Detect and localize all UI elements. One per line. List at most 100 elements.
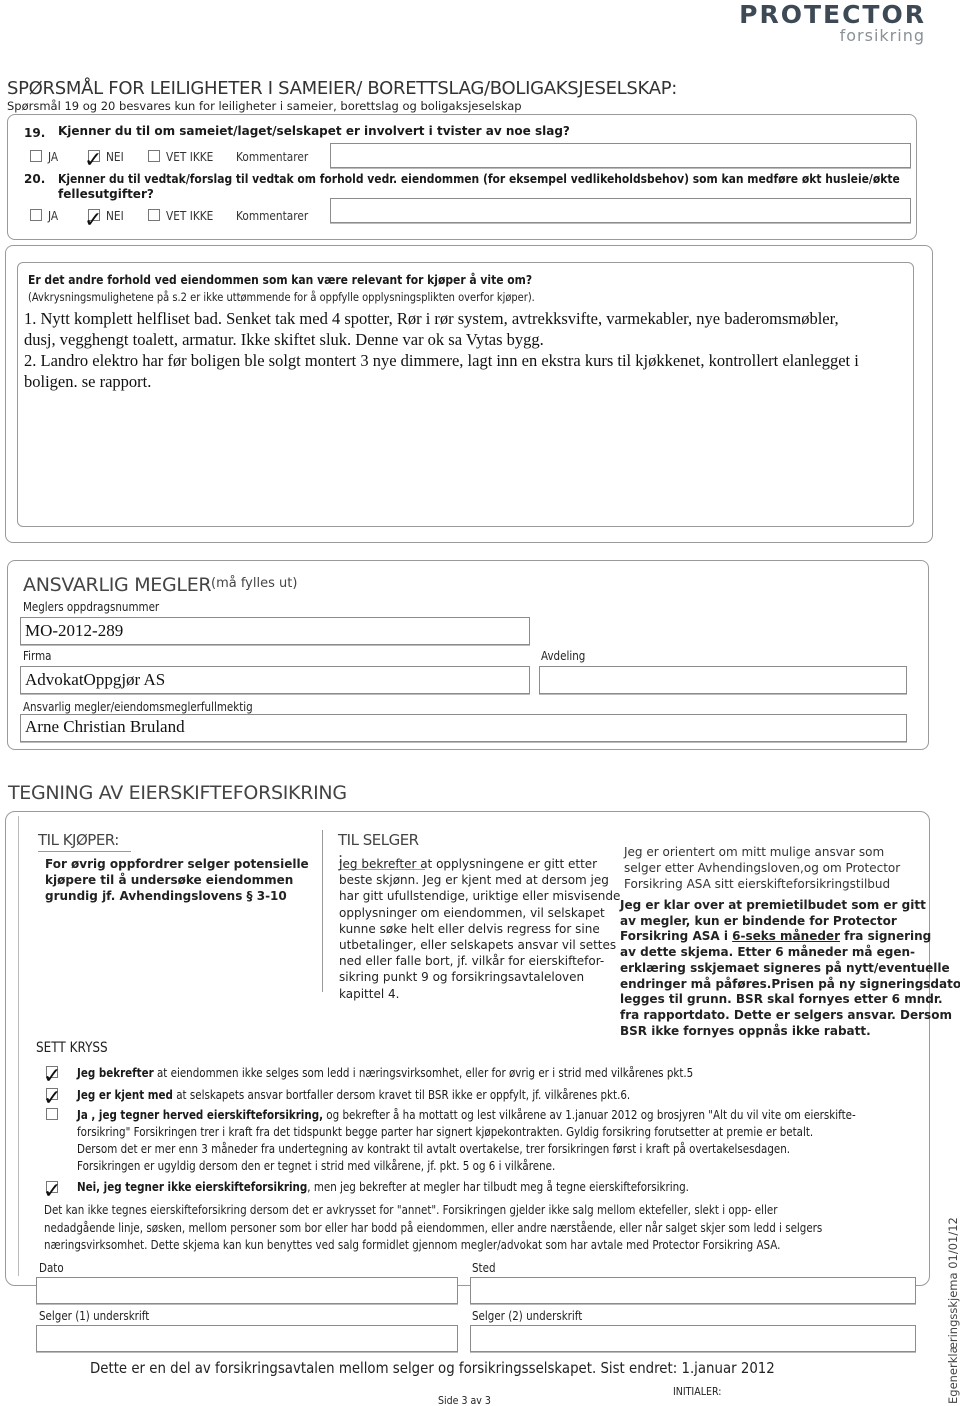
assignment-label: Meglers oppdragsnummer [23,600,160,614]
date-input[interactable] [36,1277,458,1304]
buyer-line: For øvrig oppfordrer selger potensielle [45,857,309,871]
answer-line: boligen. se rapport. [24,372,152,391]
responsible-label: Ansvarlig megler/eiendomsmeglerfullmekti… [23,700,253,714]
check-icon: ✓ [84,148,103,173]
q20-nei-label: NEI [106,209,124,223]
section-title: SPØRSMÅL FOR LEILIGHETER I SAMEIER/ BORE… [7,78,678,99]
seller2-signature-input[interactable] [470,1325,916,1352]
disclaimer-line: næringsvirksomhet. Dette skjema kan kun … [44,1238,781,1252]
protector-logo: PROTECTOR [739,0,926,29]
buyer-text: For øvrig oppfordrer selger potensielle … [45,856,309,904]
premium-line: fra rapportdato. Dette er selgers ansvar… [620,1007,952,1022]
q19-text: Kjenner du til om sameiet/laget/selskape… [58,124,570,138]
buyer-line: kjøpere til å undersøke eiendommen [45,873,294,887]
column-divider [322,830,323,992]
premium-line: av megler, kun er bindende for Protector [620,913,897,928]
sett-kryss-label: SETT KRYSS [36,1040,108,1056]
premium-line: BSR ikke fornyes oppnås ikke rabatt. [620,1023,871,1038]
q19-ja-checkbox[interactable] [30,150,42,162]
oriented-text: Jeg er orientert om mitt mulige ansvar s… [624,844,900,892]
page-number: Side 3 av 3 [438,1394,491,1406]
answer-line: 2. Landro elektro har før boligen ble so… [24,351,859,370]
q20-vetikke-label: VET IKKE [166,209,214,223]
confirm-not-business-text: Jeg bekrefter at eiendommen ikke selges … [77,1066,693,1080]
seller-line: kapittel 4. [339,986,400,1001]
disclaimer-line: nedadgående linje, søsken, mellom person… [44,1220,823,1235]
text-part: og bekrefter å ha mottatt og lest vilkår… [323,1108,856,1122]
text-line: Forsikringen er ugyldig dersom den er te… [77,1159,556,1173]
no-insurance-text: Nei, jeg tegner ikke eierskifteforsikrin… [77,1180,689,1194]
q20-vetikke-checkbox[interactable] [148,209,160,221]
q19-comment-input[interactable] [330,143,911,168]
other-conditions-note: (Avkrysningsmulighetene på s.2 er ikke u… [28,290,535,304]
q19-vetikke-checkbox[interactable] [148,150,160,162]
seller-line: har gitt ufullstendige, uriktige eller m… [339,889,621,904]
assignment-input[interactable]: MO-2012-289 [20,617,530,645]
insurance-title: TEGNING AV EIERSKIFTEFORSIKRING [8,782,347,804]
place-input[interactable] [470,1277,916,1304]
premium-line-part: fra signering [839,929,932,944]
disclaimer: Det kan ikke tegnes eierskifteforsikring… [44,1202,822,1255]
check-icon: ✓ [43,1064,62,1089]
q20-ja-label: JA [48,209,59,223]
side-form-label: Egenerklæringsskjema 01/01/12 [946,1217,960,1404]
seller-line: opplysninger om eiendommen, vil selskape… [339,905,605,920]
oriented-line: selger etter Avhendingsloven,og om Prote… [624,861,901,875]
seller1-signature-input[interactable] [36,1325,458,1352]
q19-number: 19. [24,126,46,140]
buyer-title: TIL KJØPER: [38,831,131,852]
firm-input[interactable]: AdvokatOppgjør AS [20,666,530,694]
premium-text: Jeg er klar over at premietilbudet som e… [620,898,960,1039]
q20-comment-input[interactable] [330,198,911,223]
text-part: at selskapets ansvar bortfaller dersom k… [172,1088,631,1102]
seller-line: Jeg bekrefter at opplysningene er gitt e… [339,857,598,871]
yes-insurance-checkbox[interactable] [46,1108,58,1120]
broker-title: ANSVARLIG MEGLER [23,574,212,596]
check-icon: ✓ [43,1086,62,1111]
department-input[interactable] [539,666,907,694]
firm-value: AdvokatOppgjør AS [25,670,166,689]
bold-part: Jeg bekrefter [77,1066,154,1080]
premium-line: Jeg er klar over at premietilbudet som e… [620,898,926,912]
answer-line: 1. Nytt komplett helfliset bad. Senket t… [24,309,839,328]
other-conditions-answer[interactable]: 1. Nytt komplett helfliset bad. Senket t… [24,308,859,392]
q19-vetikke-label: VET IKKE [166,150,214,164]
agreement-footer: Dette er en del av forsikringsavtalen me… [90,1359,775,1377]
q20-ja-checkbox[interactable] [30,209,42,221]
assignment-value: MO-2012-289 [25,621,124,640]
logo-subtitle: forsikring [839,26,925,45]
seller-line: kunne søke helt eller delvis regress for… [339,921,600,936]
premium-underlined: 6-seks måneder [732,929,840,944]
department-label: Avdeling [541,649,586,663]
text-part: at eiendommen ikke selges som ledd i nær… [153,1066,694,1080]
premium-line-part: Forsikring ASA i [620,929,733,944]
oriented-line: Forsikring ASA sitt eierskifteforsikring… [624,877,891,891]
q19-ja-label: JA [48,150,59,164]
premium-line: legges til grunn. BSR skal fornyes etter… [620,992,943,1007]
premium-line: av dette skjema. Etter 6 måneder må egen… [620,945,916,960]
text-part: , men jeg bekrefter at megler har tilbud… [307,1180,689,1194]
text-line: forsikring" Forsikringen trer i kraft fr… [77,1125,814,1139]
seller-line: utbetalinger, eller selskapets ansvar vi… [339,938,617,953]
responsible-value: Arne Christian Bruland [25,717,185,736]
q20-comment-label: Kommentarer [236,209,309,223]
seller2-label: Selger (2) underskrift [472,1309,583,1323]
initials-label: INITIALER: [673,1385,722,1398]
q19-nei-label: NEI [106,150,124,164]
seller1-label: Selger (1) underskrift [39,1309,150,1323]
text-line: Dersom det er mer enn 3 måneder fra unde… [77,1142,791,1156]
bold-part: Nei, jeg tegner ikke eierskifteforsikrin… [77,1180,308,1194]
bold-part: Jeg er kjent med [77,1088,173,1102]
premium-line: Forsikring ASA i 6-seks måneder fra sign… [620,929,960,945]
date-label: Dato [39,1261,64,1275]
q20-text: Kjenner du til vedtak/forslag til vedtak… [58,171,900,186]
yes-insurance-text: Ja , jeg tegner herved eierskifteforsikr… [77,1107,856,1175]
box-inner-edge [18,816,20,1276]
disclaimer-line: Det kan ikke tegnes eierskifteforsikring… [44,1203,778,1217]
oriented-line: Jeg er orientert om mitt mulige ansvar s… [624,845,885,859]
section-subtitle: Spørsmål 19 og 20 besvares kun for leili… [7,99,522,113]
premium-line: endringer må påføres.Prisen på ny signer… [620,976,960,991]
responsible-input[interactable]: Arne Christian Bruland [20,714,907,742]
q20-text-cont: fellesutgifter? [58,187,154,201]
q20-number: 20. [24,172,46,186]
